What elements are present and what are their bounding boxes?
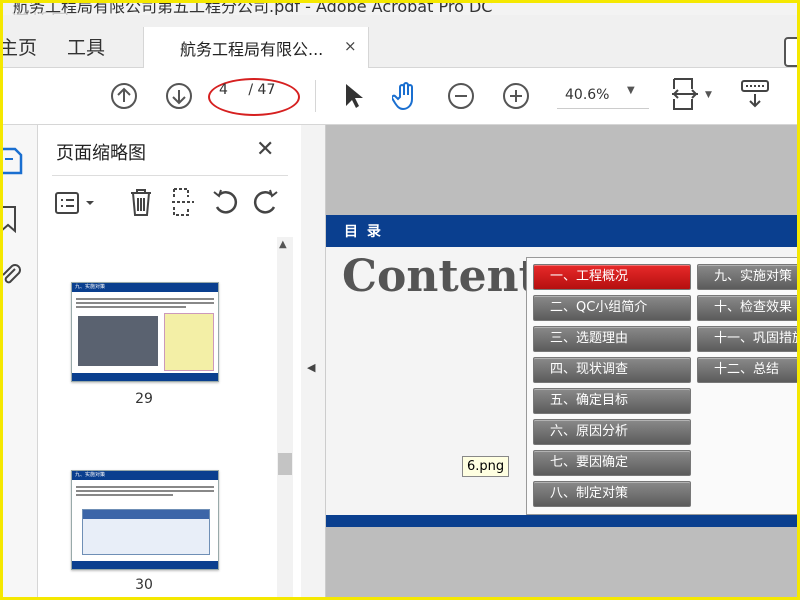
menu-item-12: 十二、总结 bbox=[697, 357, 797, 383]
menu-item-8: 八、制定对策 bbox=[533, 481, 691, 507]
title-bar: 航务工程局有限公司第五工程分公司.pdf - Adobe Acrobat Pro… bbox=[3, 3, 797, 15]
file-tooltip: 6.png bbox=[462, 456, 510, 477]
page-thumbnail-30[interactable]: 九、实施对策 bbox=[71, 470, 219, 570]
rotate-right-icon[interactable] bbox=[252, 187, 280, 221]
thumbnail-label: 30 bbox=[135, 577, 153, 593]
attachment-icon[interactable] bbox=[3, 261, 21, 293]
close-icon[interactable]: ✕ bbox=[256, 137, 274, 162]
tab-bar: 主页 工具 航务工程局有限公... × bbox=[3, 15, 797, 68]
tab-home[interactable]: 主页 bbox=[3, 33, 37, 60]
chevron-down-icon: ▼ bbox=[627, 85, 635, 96]
app-window: 航务工程局有限公司第五工程分公司.pdf - Adobe Acrobat Pro… bbox=[0, 0, 800, 600]
hand-tool-icon[interactable] bbox=[390, 80, 422, 112]
left-navigation-rail bbox=[3, 125, 38, 597]
page-thumbnail-29[interactable]: 九、实施对策 bbox=[71, 282, 219, 382]
slide-header-bar: 目 录 bbox=[326, 215, 797, 247]
zoom-underline bbox=[557, 108, 649, 109]
zoom-out-icon[interactable] bbox=[445, 80, 477, 112]
page-number-display: 4 / 47 bbox=[219, 82, 275, 98]
thumb-footer bbox=[72, 561, 218, 569]
options-menu-icon[interactable] bbox=[54, 189, 98, 221]
previous-page-icon[interactable] bbox=[108, 80, 140, 112]
thumbnail-label: 29 bbox=[135, 391, 153, 407]
thumb-header-text: 九、实施对策 bbox=[75, 284, 106, 290]
delete-icon[interactable] bbox=[128, 187, 154, 221]
next-page-icon[interactable] bbox=[163, 80, 195, 112]
current-page-input[interactable]: 4 bbox=[219, 82, 228, 98]
bookmark-icon[interactable] bbox=[3, 205, 21, 237]
thumbnail-panel: 页面缩略图 ✕ ▲ 九、实施对策 29 九、实施对策 30 bbox=[38, 125, 300, 597]
menu-item-7: 七、要因确定 bbox=[533, 450, 691, 476]
tab-tools[interactable]: 工具 bbox=[67, 33, 105, 60]
pdf-page: 目 录 Contents 一、工程概况 二、QC小组简介 三、选题理由 四、现状… bbox=[326, 215, 797, 527]
page-thumbnails-icon[interactable] bbox=[3, 147, 23, 179]
rotate-left-icon[interactable] bbox=[211, 187, 239, 221]
close-icon[interactable]: × bbox=[344, 37, 357, 55]
main-toolbar: 4 / 47 40.6% ▼ ▼ bbox=[3, 68, 797, 125]
scroll-up-icon[interactable]: ▲ bbox=[279, 239, 287, 250]
new-tab-button[interactable] bbox=[784, 37, 797, 67]
tab-document-label: 航务工程局有限公... bbox=[180, 40, 324, 59]
menu-item-5: 五、确定目标 bbox=[533, 388, 691, 414]
chevron-down-icon[interactable]: ▼ bbox=[705, 90, 712, 100]
toolbar-separator bbox=[315, 80, 316, 112]
tab-document[interactable]: 航务工程局有限公... × bbox=[143, 27, 369, 68]
menu-item-4: 四、现状调查 bbox=[533, 357, 691, 383]
thumb-table bbox=[82, 509, 210, 555]
thumb-header-text: 九、实施对策 bbox=[75, 472, 106, 478]
extract-pages-icon[interactable] bbox=[170, 187, 196, 221]
menu-item-1: 一、工程概况 bbox=[533, 264, 691, 290]
zoom-value: 40.6% bbox=[565, 87, 610, 103]
panel-divider bbox=[52, 175, 288, 176]
thumb-document-image bbox=[164, 313, 214, 371]
thumb-text-lines bbox=[76, 484, 214, 502]
chevron-left-icon[interactable]: ◀ bbox=[307, 361, 315, 374]
menu-item-3: 三、选题理由 bbox=[533, 326, 691, 352]
zoom-in-icon[interactable] bbox=[500, 80, 532, 112]
slide-menu-box: 一、工程概况 二、QC小组简介 三、选题理由 四、现状调查 五、确定目标 六、原… bbox=[526, 257, 797, 515]
window-title: 航务工程局有限公司第五工程分公司.pdf - Adobe Acrobat Pro… bbox=[13, 3, 493, 15]
thumb-text-lines bbox=[76, 296, 214, 314]
menu-item-11: 十一、巩固措施 bbox=[697, 326, 797, 352]
menu-item-2: 二、QC小组简介 bbox=[533, 295, 691, 321]
read-mode-icon[interactable] bbox=[739, 78, 771, 110]
total-pages: / 47 bbox=[248, 82, 276, 98]
select-tool-icon[interactable] bbox=[337, 80, 369, 112]
slide-footer-bar bbox=[326, 515, 797, 527]
thumbnail-scrollbar[interactable]: ▲ bbox=[277, 237, 293, 597]
panel-collapse-handle[interactable]: ◀ bbox=[301, 125, 326, 597]
scrollbar-thumb[interactable] bbox=[278, 453, 292, 475]
thumb-footer bbox=[72, 373, 218, 381]
menu-item-6: 六、原因分析 bbox=[533, 419, 691, 445]
thumb-photo bbox=[78, 316, 158, 366]
fit-page-icon[interactable] bbox=[669, 78, 701, 110]
zoom-dropdown[interactable]: 40.6% ▼ bbox=[557, 82, 649, 109]
menu-item-10: 十、检查效果 bbox=[697, 295, 797, 321]
slide-section-label: 目 录 bbox=[344, 224, 383, 240]
document-viewer: 目 录 Contents 一、工程概况 二、QC小组简介 三、选题理由 四、现状… bbox=[326, 125, 797, 597]
panel-title: 页面缩略图 bbox=[56, 143, 146, 164]
menu-item-9: 九、实施对策 bbox=[697, 264, 797, 290]
